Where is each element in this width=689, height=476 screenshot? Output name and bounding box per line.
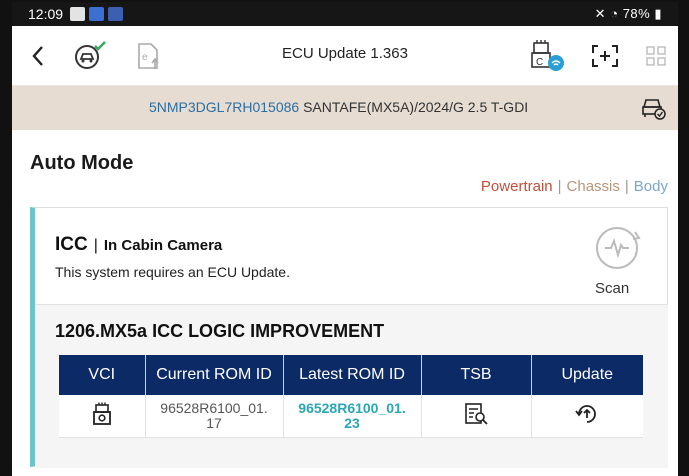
battery-icon: ▮ — [654, 6, 662, 21]
top-bar: e ECU Update 1.363 C — [12, 26, 678, 86]
latest-rom-line1: 96528R6100_01. — [298, 399, 406, 416]
latest-rom-cell: 96528R6100_01. 23 — [283, 395, 422, 438]
app-notification-icon — [89, 7, 104, 21]
vehicle-vin: 5NMP3DGL7RH015086 — [149, 99, 300, 115]
rom-table: VCI Current ROM ID Latest ROM ID TSB Upd… — [59, 355, 643, 438]
current-rom-line2: 17 — [206, 414, 222, 431]
page-heading: Auto Mode — [30, 152, 134, 174]
tsb-cell — [421, 395, 532, 438]
scan-label: Scan — [595, 280, 630, 297]
vci-wireless-icon: C — [531, 40, 564, 71]
column-header-tsb: TSB — [421, 355, 532, 395]
vehicle-model: SANTAFE(MX5A)/2024/G 2.5 T-GDI — [303, 99, 529, 115]
current-rom-line1: 96528R6100_01. — [160, 399, 268, 416]
add-button[interactable] — [588, 42, 622, 70]
mail-notification-icon — [108, 7, 123, 21]
filter-separator: | — [624, 178, 629, 195]
system-description: This system requires an ECU Update. — [55, 264, 290, 280]
column-header-latest-rom: Latest ROM ID — [283, 355, 422, 395]
update-panel: 1206.MX5a ICC LOGIC IMPROVEMENT VCI Curr… — [35, 304, 668, 468]
status-battery: ✕ ◔ 78% ▮ — [595, 6, 662, 22]
grid-icon — [646, 46, 666, 66]
update-title: 1206.MX5a ICC LOGIC IMPROVEMENT — [55, 321, 385, 341]
column-header-update: Update — [531, 355, 643, 395]
column-header-current-rom: Current ROM ID — [145, 355, 284, 395]
system-name: In Cabin Camera — [103, 237, 223, 254]
calendar-notification-icon — [70, 7, 85, 21]
svg-text:C: C — [536, 57, 543, 68]
update-cell — [531, 395, 643, 438]
tab-powertrain[interactable]: Powertrain — [481, 178, 553, 195]
status-time: 12:09 — [28, 6, 64, 22]
auto-mode-button[interactable] — [70, 40, 110, 72]
export-button[interactable]: e — [132, 40, 166, 72]
table-row: 96528R6100_01. 17 96528R6100_01. 23 — [59, 395, 643, 438]
latest-rom-line2: 23 — [344, 414, 360, 431]
vehicle-info: 5NMP3DGL7RH015086 SANTAFE(MX5A)/2024/G 2… — [149, 99, 528, 115]
mute-icon: ✕ — [594, 6, 607, 21]
chevron-left-icon — [32, 46, 43, 66]
device-frame: 12:09 ✕ ◔ 78% ▮ e ECU Update 1.363 C 5NM… — [0, 0, 689, 476]
car-check-icon — [75, 41, 106, 69]
screen: 12:09 ✕ ◔ 78% ▮ e ECU Update 1.363 C 5NM… — [12, 2, 678, 476]
column-header-vci: VCI — [59, 355, 146, 395]
svg-text:e: e — [142, 52, 148, 63]
bracket-plus-icon — [592, 45, 618, 67]
system-code: ICC — [55, 234, 88, 255]
vci-connection-button[interactable]: C — [527, 38, 567, 74]
status-bar: 12:09 ✕ ◔ 78% ▮ — [12, 2, 678, 26]
page-title: ECU Update 1.363 — [282, 45, 408, 62]
current-rom-cell: 96528R6100_01. 17 — [145, 395, 284, 438]
tab-body[interactable]: Body — [634, 178, 668, 195]
file-upload-icon: e — [138, 43, 159, 69]
filter-separator: | — [557, 178, 562, 195]
system-title: ICC | In Cabin Camera — [55, 234, 222, 256]
vehicle-check-icon — [642, 99, 666, 120]
table-header-row: VCI Current ROM ID Latest ROM ID TSB Upd… — [59, 355, 643, 395]
title-separator: | — [93, 237, 98, 254]
vehicle-info-bar: 5NMP3DGL7RH015086 SANTAFE(MX5A)/2024/G 2… — [12, 86, 678, 130]
vci-cell — [59, 395, 146, 438]
system-card: ICC | In Cabin Camera This system requires… — [30, 207, 668, 468]
update-refresh-icon[interactable] — [574, 401, 600, 427]
tsb-document-search-icon[interactable] — [464, 402, 488, 426]
wifi-icon: ◔ — [610, 6, 619, 21]
back-button[interactable] — [26, 42, 50, 70]
battery-label: 78% — [622, 6, 651, 21]
scan-pulse-icon — [596, 227, 641, 269]
vehicle-settings-button[interactable] — [638, 94, 668, 122]
grid-menu-button[interactable] — [642, 42, 670, 70]
scan-button[interactable]: Scan — [589, 218, 649, 297]
system-filter-tabs: Powertrain | Chassis | Body — [481, 178, 668, 195]
tab-chassis[interactable]: Chassis — [567, 178, 620, 195]
vci-device-icon — [92, 402, 111, 426]
